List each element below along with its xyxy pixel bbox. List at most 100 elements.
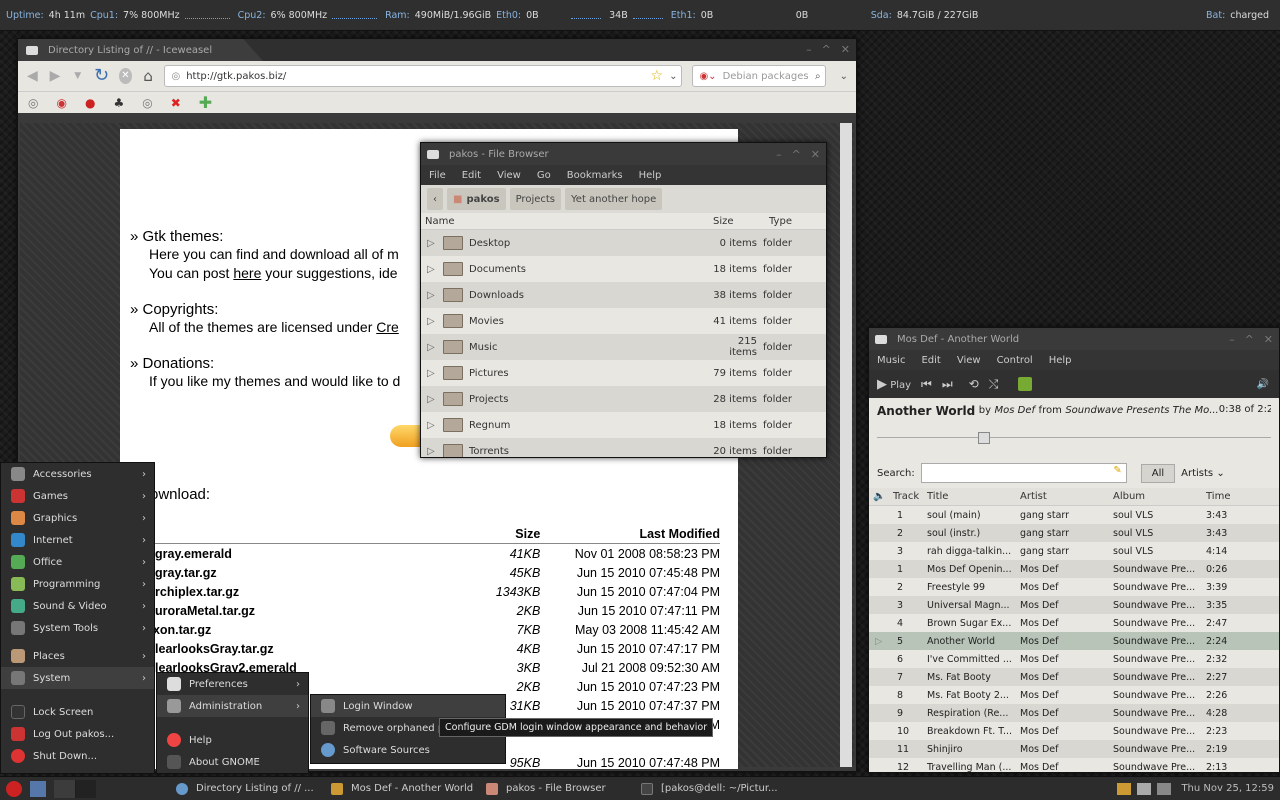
menu-administration[interactable]: Administration › (157, 695, 308, 717)
bookmark-star-icon[interactable]: ☆ (651, 68, 664, 84)
forward-icon[interactable]: ▶ (49, 68, 62, 84)
reload-icon[interactable]: ↻ (94, 67, 109, 85)
folder-row[interactable]: ▷ Documents 18 items folder (421, 256, 826, 282)
track-row[interactable]: 6 I've Committed ... Mos Def Soundwave Pre.… (869, 650, 1279, 668)
expander-icon[interactable]: ▷ (421, 394, 443, 405)
path-back-button[interactable]: ‹ (427, 188, 443, 210)
folder-row[interactable]: ▷ Projects 28 items folder (421, 386, 826, 412)
menu-accessories[interactable]: Accessories › (1, 463, 154, 485)
file-browser-titlebar[interactable]: pakos - File Browser – ^ ✕ (421, 143, 826, 165)
home-icon[interactable]: ⌂ (142, 68, 155, 84)
expander-icon[interactable]: ▷ (421, 316, 443, 327)
bookmark-page2-icon[interactable]: ◎ (142, 96, 152, 110)
folder-row[interactable]: ▷ Regnum 18 items folder (421, 412, 826, 438)
tray-folder-icon[interactable] (1117, 782, 1132, 795)
workspace-1[interactable] (54, 779, 75, 798)
track-row[interactable]: 3 rah digga-talkin... gang starr soul VLS 4:… (869, 542, 1279, 560)
next-icon[interactable]: ⏭ (942, 377, 953, 392)
menu-internet[interactable]: Internet › (1, 529, 154, 551)
browser-tab[interactable]: Directory Listing of // - Iceweasel (18, 39, 263, 61)
menu-log-out[interactable]: Log Out pakos... (1, 723, 154, 745)
clear-icon[interactable]: ✎ (1113, 465, 1121, 476)
menu-login-window[interactable]: Login Window (311, 695, 505, 717)
task-music[interactable]: Mos Def - Another World (323, 779, 478, 799)
track-row[interactable]: 9 Respiration (Re... Mos Def Soundwave Pre.… (869, 704, 1279, 722)
expander-icon[interactable]: ▷ (421, 368, 443, 379)
menu-music[interactable]: Music (869, 355, 913, 366)
close-icon[interactable]: ✕ (1264, 333, 1273, 346)
expander-icon[interactable]: ▷ (421, 264, 443, 275)
track-row[interactable]: 1 Mos Def Openin... Mos Def Soundwave Pre..… (869, 560, 1279, 578)
menu-sound-video[interactable]: Sound & Video › (1, 595, 154, 617)
expander-icon[interactable]: ▷ (421, 238, 443, 249)
file-name[interactable]: Agray.emerald (146, 547, 475, 561)
debian-search-engine-icon[interactable]: ◉⌄ (699, 71, 716, 82)
expander-icon[interactable]: ▷ (421, 290, 443, 301)
menu-programming[interactable]: Programming › (1, 573, 154, 595)
menu-bookmarks[interactable]: Bookmarks (559, 170, 631, 181)
previous-icon[interactable]: ⏮ (921, 377, 932, 392)
crumb-projects[interactable]: Projects (509, 188, 562, 210)
page-scrollbar[interactable] (840, 123, 852, 767)
toolbar-overflow-icon[interactable]: ⌄ (840, 71, 848, 82)
file-name[interactable]: Archiplex.tar.gz (146, 585, 475, 599)
bookmark-red-icon[interactable]: ● (85, 96, 95, 110)
menu-edit[interactable]: Edit (454, 170, 489, 181)
browse-icon[interactable] (1018, 377, 1033, 391)
bookmark-page-icon[interactable]: ◎ (28, 96, 38, 110)
task-terminal[interactable]: [pakos@dell: ~/Pictur... (633, 779, 793, 799)
track-row[interactable]: 10 Breakdown Ft. T... Mos Def Soundwave Pre… (869, 722, 1279, 740)
clock[interactable]: Thu Nov 25, 12:59 (1181, 783, 1274, 794)
menu-games[interactable]: Games › (1, 485, 154, 507)
search-box[interactable]: ◉⌄ Debian packages ⌕ (692, 65, 826, 87)
col-name[interactable]: Name (421, 216, 709, 227)
track-row[interactable]: 7 Ms. Fat Booty Mos Def Soundwave Pre... 2:2… (869, 668, 1279, 686)
maximize-icon[interactable]: ^ (792, 148, 801, 161)
maximize-icon[interactable]: ^ (1245, 333, 1254, 346)
menu-places[interactable]: Places › (1, 645, 154, 667)
minimize-icon[interactable]: – (1229, 333, 1235, 346)
stop-icon[interactable]: ✕ (119, 68, 132, 84)
workspace-2[interactable] (75, 779, 96, 798)
crumb-current[interactable]: Yet another hope (565, 188, 663, 210)
music-player-titlebar[interactable]: Mos Def - Another World – ^ ✕ (869, 328, 1279, 350)
menu-system[interactable]: System › (1, 667, 154, 689)
track-row[interactable]: ▷ 5 Another World Mos Def Soundwave Pre... 2:… (869, 632, 1279, 650)
track-row[interactable]: 12 Travelling Man (... Mos Def Soundwave Pr… (869, 758, 1279, 773)
menu-edit[interactable]: Edit (913, 355, 948, 366)
menu-software-sources[interactable]: Software Sources (311, 739, 505, 761)
expander-icon[interactable]: ▷ (421, 342, 443, 353)
col-album[interactable]: Album (1113, 491, 1206, 502)
menu-view[interactable]: View (489, 170, 529, 181)
history-dropdown-icon[interactable]: ▼ (71, 68, 84, 84)
file-name[interactable]: axon.tar.gz (146, 623, 475, 637)
back-icon[interactable]: ◀ (26, 68, 39, 84)
menu-about-gnome[interactable]: About GNOME (157, 751, 308, 773)
bookmark-gnome-icon[interactable]: ♣ (113, 96, 124, 110)
minimize-icon[interactable]: – (776, 148, 782, 161)
debian-menu-icon[interactable] (6, 780, 22, 797)
volume-icon[interactable]: 🔊 (1257, 379, 1279, 390)
col-type[interactable]: Type (765, 216, 792, 227)
menu-help[interactable]: Help (1041, 355, 1080, 366)
suggestions-link[interactable]: here (233, 265, 261, 281)
folder-row[interactable]: ▷ Pictures 79 items folder (421, 360, 826, 386)
menu-view[interactable]: View (949, 355, 989, 366)
col-time[interactable]: Time (1206, 491, 1256, 502)
col-size[interactable]: Size (709, 216, 765, 227)
col-track[interactable]: Track (893, 491, 927, 502)
menu-help[interactable]: Help (157, 729, 308, 751)
bookmark-close-icon[interactable]: ✖ (171, 96, 181, 110)
minimize-icon[interactable]: – (806, 43, 812, 56)
folder-row[interactable]: ▷ Desktop 0 items folder (421, 230, 826, 256)
menu-office[interactable]: Office › (1, 551, 154, 573)
folder-row[interactable]: ▷ Torrents 20 items folder (421, 438, 826, 457)
col-title[interactable]: Title (927, 491, 1020, 502)
bookmark-debian-icon[interactable]: ◉ (56, 96, 66, 110)
tray-network-icon[interactable] (1137, 782, 1152, 795)
menu-shut-down[interactable]: Shut Down... (1, 745, 154, 767)
menu-lock-screen[interactable]: Lock Screen (1, 701, 154, 723)
folder-row[interactable]: ▷ Movies 41 items folder (421, 308, 826, 334)
url-dropdown-icon[interactable]: ⌄ (669, 71, 681, 82)
col-artist[interactable]: Artist (1020, 491, 1113, 502)
